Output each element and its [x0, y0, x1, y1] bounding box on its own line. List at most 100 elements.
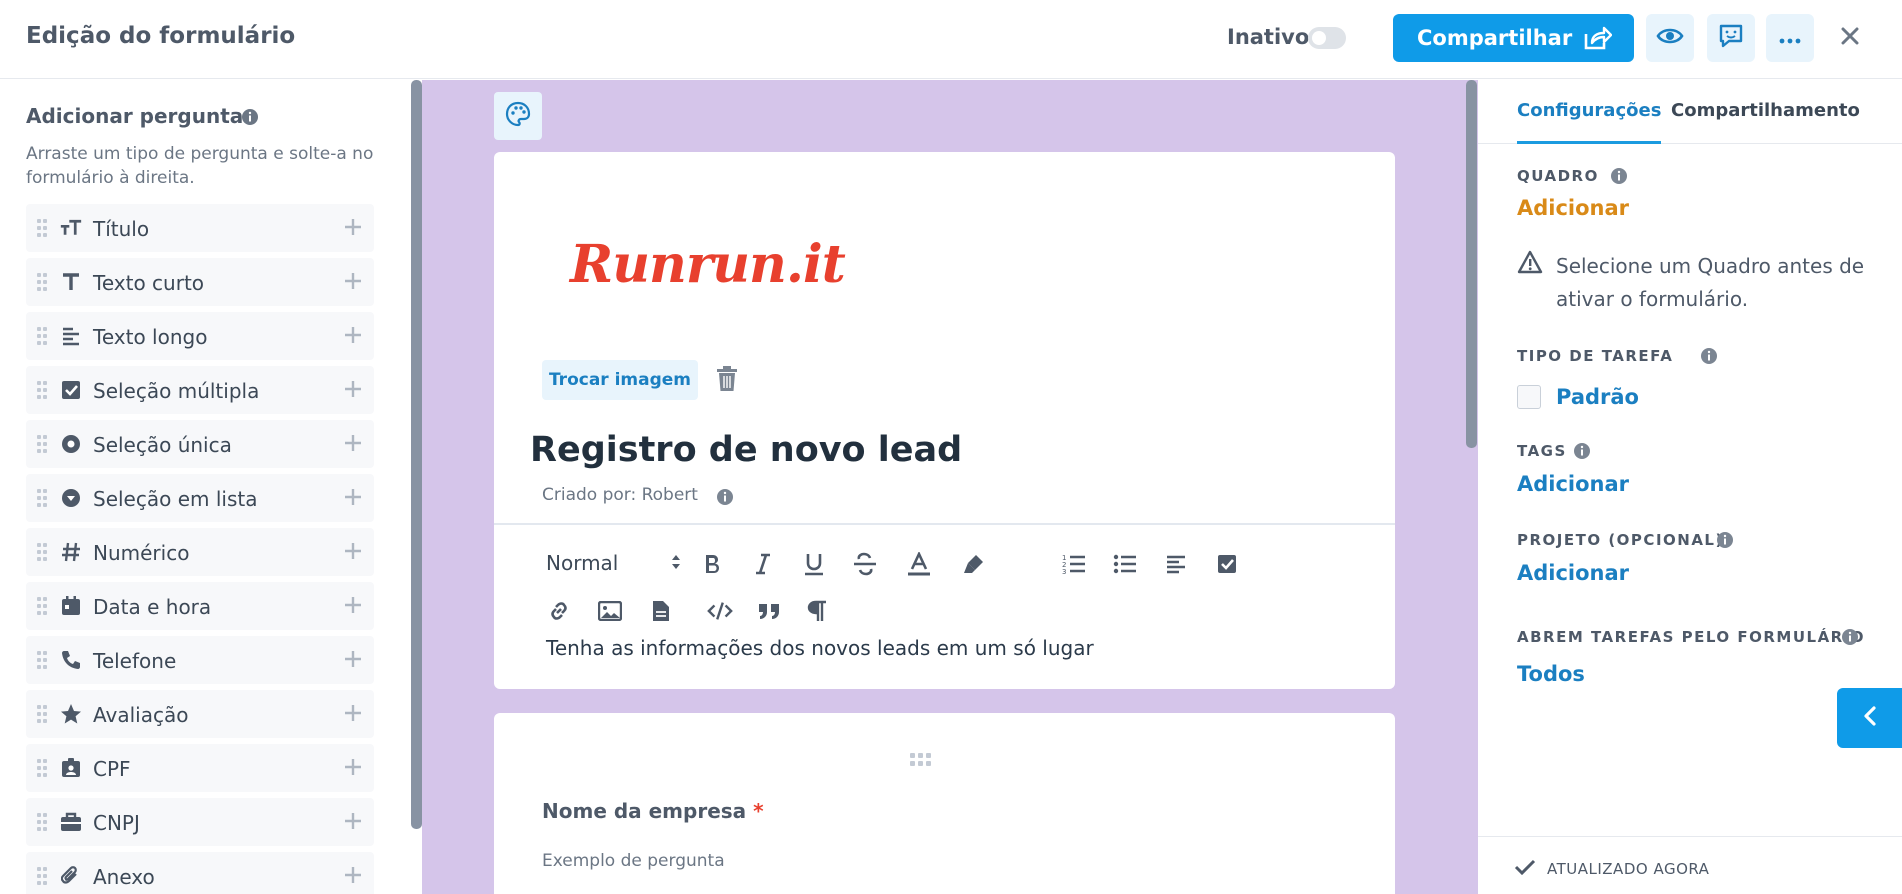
pilcrow-icon[interactable] — [804, 598, 830, 624]
question-type-rating[interactable]: Avaliação — [26, 690, 374, 738]
question-type-long-text[interactable]: Texto longo — [26, 312, 374, 360]
bold-icon[interactable] — [699, 551, 725, 577]
form-description[interactable]: Tenha as informações dos novos leads em … — [546, 636, 1094, 660]
checkbox-icon — [60, 379, 82, 401]
form-title[interactable]: Registro de novo lead — [530, 430, 962, 470]
tags-add-link[interactable]: Adicionar — [1517, 472, 1629, 496]
swap-image-button[interactable]: Trocar imagem — [542, 360, 698, 400]
drag-handle-icon[interactable] — [36, 704, 48, 728]
highlighter-icon[interactable] — [961, 551, 987, 577]
question-type-phone[interactable]: Telefone — [26, 636, 374, 684]
info-icon[interactable] — [1841, 628, 1859, 650]
feedback-button[interactable] — [1707, 14, 1755, 62]
task-type-value[interactable]: Padrão — [1556, 385, 1639, 409]
add-icon[interactable] — [344, 650, 362, 672]
question-type-dropdown[interactable]: Seleção em lista — [26, 474, 374, 522]
add-icon[interactable] — [344, 488, 362, 510]
question-label[interactable]: Nome da empresa * — [542, 799, 764, 823]
question-type-cpf[interactable]: CPF — [26, 744, 374, 792]
theme-button[interactable] — [494, 92, 542, 140]
form-logo[interactable]: Runrun.it — [570, 234, 846, 295]
add-icon[interactable] — [344, 326, 362, 348]
add-icon[interactable] — [344, 704, 362, 726]
drag-handle-icon[interactable] — [36, 326, 48, 350]
created-by-text: Criado por: Robert — [542, 485, 698, 505]
add-icon[interactable] — [344, 812, 362, 834]
share-icon — [1582, 24, 1613, 57]
text-style-select[interactable]: Normal — [546, 551, 618, 575]
text-icon — [60, 271, 82, 293]
add-icon[interactable] — [344, 542, 362, 564]
drag-handle-icon[interactable] — [36, 812, 48, 836]
checklist-icon[interactable] — [1214, 551, 1240, 577]
add-question-description: Arraste um tipo de pergunta e solte-a no… — [26, 144, 374, 188]
drag-handle-icon[interactable] — [36, 542, 48, 566]
task-type-checkbox[interactable] — [1517, 385, 1541, 409]
drag-handle-icon[interactable] — [36, 758, 48, 782]
tab-configuracoes[interactable]: Configurações — [1517, 100, 1662, 144]
add-icon[interactable] — [344, 758, 362, 780]
collapse-panel-button[interactable] — [1837, 688, 1902, 748]
quote-icon[interactable] — [756, 598, 782, 624]
active-toggle[interactable] — [1308, 27, 1346, 49]
tab-compartilhamento[interactable]: Compartilhamento — [1671, 100, 1860, 121]
preview-button[interactable] — [1646, 14, 1694, 62]
question-type-short-text[interactable]: Texto curto — [26, 258, 374, 306]
bullet-list-icon[interactable] — [1112, 551, 1138, 577]
italic-icon[interactable] — [750, 551, 776, 577]
ordered-list-icon[interactable]: 123 — [1061, 551, 1087, 577]
add-icon[interactable] — [344, 272, 362, 294]
question-card[interactable]: Nome da empresa * Exemplo de pergunta — [494, 713, 1395, 894]
close-button[interactable] — [1836, 22, 1864, 54]
question-type-title[interactable]: Título — [26, 204, 374, 252]
link-icon[interactable] — [546, 598, 572, 624]
drag-handle-icon[interactable] — [36, 866, 48, 890]
question-type-cnpj[interactable]: CNPJ — [26, 798, 374, 846]
code-icon[interactable] — [707, 598, 733, 624]
canvas-scrollbar[interactable] — [1466, 80, 1477, 448]
question-type-attachment[interactable]: Anexo — [26, 852, 374, 894]
toggle-knob — [1312, 31, 1326, 45]
trash-icon[interactable] — [716, 366, 738, 396]
add-icon[interactable] — [344, 218, 362, 240]
calendar-icon — [60, 595, 82, 617]
file-icon[interactable] — [648, 598, 674, 624]
info-icon[interactable] — [1610, 167, 1628, 189]
share-button[interactable]: Compartilhar — [1393, 14, 1634, 62]
info-icon[interactable] — [241, 108, 259, 130]
quadro-add-link[interactable]: Adicionar — [1517, 196, 1629, 220]
text-color-icon[interactable] — [906, 551, 932, 577]
question-type-label: Anexo — [93, 865, 155, 889]
description-editor[interactable]: Normal 123 Tenha as informações dos novo… — [494, 523, 1395, 689]
add-icon[interactable] — [344, 380, 362, 402]
projeto-add-link[interactable]: Adicionar — [1517, 561, 1629, 585]
drag-handle-icon[interactable] — [36, 434, 48, 458]
drag-handle-icon[interactable] — [36, 596, 48, 620]
add-icon[interactable] — [344, 596, 362, 618]
question-type-date-time[interactable]: Data e hora — [26, 582, 374, 630]
drag-handle-icon[interactable] — [36, 272, 48, 296]
abrem-tarefas-value[interactable]: Todos — [1517, 662, 1585, 686]
drag-handle-icon[interactable] — [36, 650, 48, 674]
add-icon[interactable] — [344, 866, 362, 888]
info-icon[interactable] — [1573, 442, 1591, 464]
question-type-single-choice[interactable]: Seleção única — [26, 420, 374, 468]
question-type-multiple-choice[interactable]: Seleção múltipla — [26, 366, 374, 414]
grip-icon[interactable] — [910, 752, 932, 771]
strikethrough-icon[interactable] — [852, 551, 878, 577]
info-icon[interactable] — [716, 488, 734, 510]
add-icon[interactable] — [344, 434, 362, 456]
drag-handle-icon[interactable] — [36, 488, 48, 512]
underline-icon[interactable] — [801, 551, 827, 577]
question-type-numeric[interactable]: Numérico — [26, 528, 374, 576]
header-bar: Edição do formulário Inativo Compartilha… — [0, 0, 1902, 79]
left-panel-scrollbar[interactable] — [411, 80, 422, 829]
align-left-icon[interactable] — [1163, 551, 1189, 577]
paragraph-lines-icon — [60, 325, 82, 347]
more-options-button[interactable] — [1766, 14, 1814, 62]
drag-handle-icon[interactable] — [36, 218, 48, 242]
drag-handle-icon[interactable] — [36, 380, 48, 404]
image-icon[interactable] — [597, 598, 623, 624]
info-icon[interactable] — [1716, 531, 1734, 553]
info-icon[interactable] — [1700, 347, 1718, 369]
